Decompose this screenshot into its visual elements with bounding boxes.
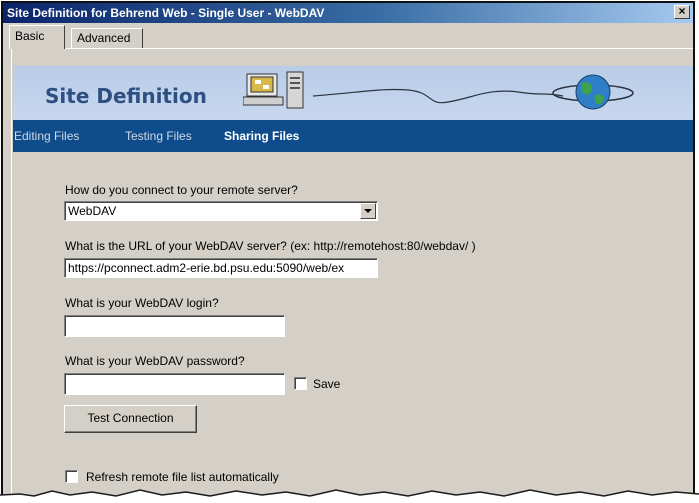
site-definition-dialog: Site Definition for Behrend Web - Single… <box>1 1 695 501</box>
nav-bar: Editing Files Testing Files Sharing File… <box>13 120 693 152</box>
tab-basic[interactable]: Basic <box>9 25 65 49</box>
login-label: What is your WebDAV login? <box>65 296 219 310</box>
login-input[interactable] <box>64 315 285 337</box>
save-checkbox[interactable] <box>294 377 307 390</box>
title-bar[interactable]: Site Definition for Behrend Web - Single… <box>3 3 693 23</box>
banner: Site Definition <box>13 66 693 120</box>
tab-advanced[interactable]: Advanced <box>71 28 143 49</box>
password-label: What is your WebDAV password? <box>65 354 245 368</box>
save-label: Save <box>313 377 341 391</box>
test-connection-button[interactable]: Test Connection <box>64 405 197 433</box>
globe-icon <box>552 74 634 110</box>
nav-testing-files[interactable]: Testing Files <box>125 129 192 143</box>
nav-sharing-files[interactable]: Sharing Files <box>224 129 299 143</box>
torn-edge <box>0 489 699 503</box>
chevron-down-icon[interactable] <box>360 203 376 219</box>
banner-illustration <box>243 71 634 110</box>
close-button[interactable]: × <box>674 5 690 19</box>
url-label: What is the URL of your WebDAV server? (… <box>65 239 476 253</box>
computer-icon <box>243 71 304 109</box>
refresh-label: Refresh remote file list automatically <box>86 470 279 484</box>
refresh-checkbox[interactable] <box>65 470 78 483</box>
password-input[interactable] <box>64 373 285 395</box>
connect-label: How do you connect to your remote server… <box>65 183 298 197</box>
connect-value: WebDAV <box>68 204 117 218</box>
connect-select[interactable]: WebDAV <box>64 201 378 221</box>
banner-title: Site Definition <box>45 84 207 108</box>
nav-editing-files[interactable]: Editing Files <box>14 129 79 143</box>
tab-panel: Site Definition Editing Files Testing Fi… <box>11 48 693 499</box>
window-title: Site Definition for Behrend Web - Single… <box>7 6 325 20</box>
url-input[interactable]: https://pconnect.adm2-erie.bd.psu.edu:50… <box>64 258 378 278</box>
